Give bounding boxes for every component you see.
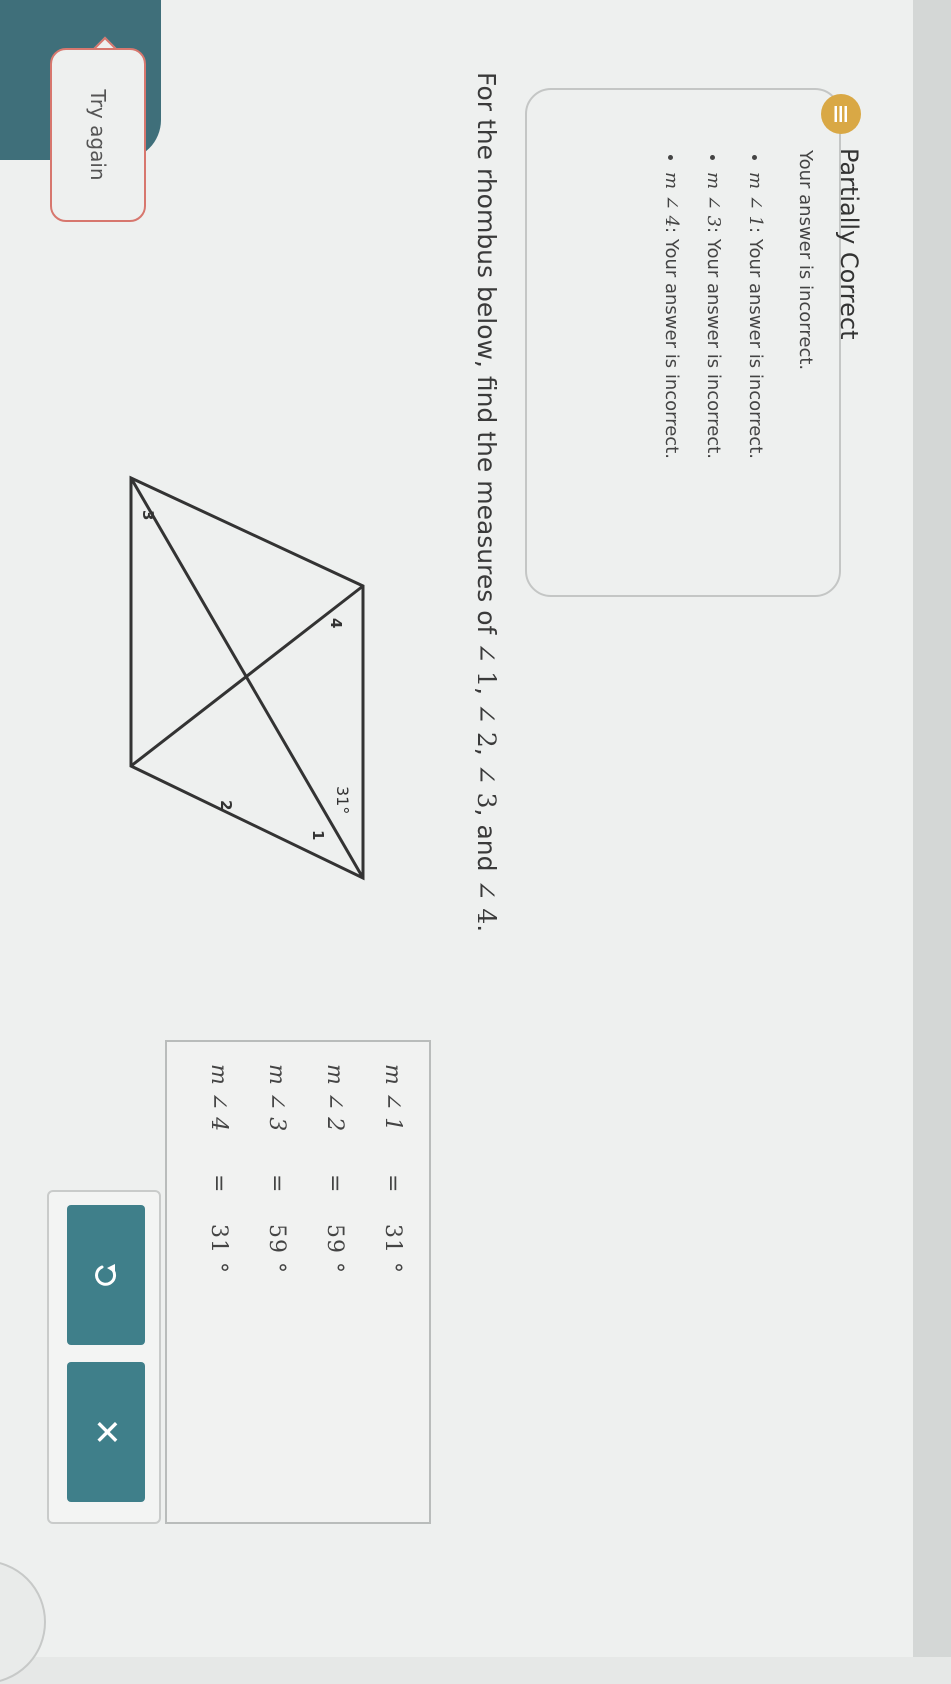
list-icon xyxy=(834,106,847,122)
feedback-item-label: m ∠ 4 xyxy=(661,172,682,228)
degree-unit: ° xyxy=(380,1262,405,1274)
feedback-title: Partially Correct xyxy=(835,148,863,340)
question-and: and xyxy=(472,824,501,872)
top-bar xyxy=(913,0,951,1657)
feedback-item-text: : Your answer is incorrect. xyxy=(703,227,724,459)
answer-row-3: m ∠ 3 = 59 ° xyxy=(249,1064,289,1504)
question-text: For the rhombus below, find the measures… xyxy=(472,72,501,635)
close-icon: ✕ xyxy=(86,1417,126,1447)
answer-input-1[interactable]: 31 ° xyxy=(380,1224,405,1274)
answer-input-2[interactable]: 59 ° xyxy=(322,1224,347,1274)
feedback-summary: Your answer is incorrect. xyxy=(795,150,816,371)
answer-input-4[interactable]: 31 ° xyxy=(206,1224,231,1274)
answer-row-4: m ∠ 4 = 31 ° xyxy=(191,1064,231,1504)
feedback-icon xyxy=(821,94,861,134)
try-again-label: Try again xyxy=(86,89,110,181)
answer-value: 31 xyxy=(206,1224,231,1254)
angle-label-1: 1 xyxy=(309,830,327,840)
feedback-list: m ∠ 1: Your answer is incorrect. m ∠ 3: … xyxy=(650,150,776,459)
question-angle-2: ∠ 2 xyxy=(472,703,501,748)
feedback-item-label: m ∠ 1 xyxy=(745,172,766,228)
close-button[interactable]: ✕ xyxy=(67,1362,145,1502)
angle-label-3: 3 xyxy=(139,510,157,520)
answer-equals: = xyxy=(322,1174,347,1193)
corner-widget xyxy=(0,1560,46,1684)
answer-value: 59 xyxy=(264,1224,289,1254)
angle-label-2: 2 xyxy=(217,800,235,810)
feedback-item-text: : Your answer is incorrect. xyxy=(745,227,766,459)
question-end: . xyxy=(472,924,501,933)
undo-icon xyxy=(95,1264,117,1286)
answer-label: m ∠ 1 xyxy=(380,1064,405,1132)
feedback-item: m ∠ 3: Your answer is incorrect. xyxy=(692,172,734,459)
try-again-button[interactable]: Try again xyxy=(50,48,146,222)
feedback-item: m ∠ 1: Your answer is incorrect. xyxy=(734,172,776,459)
diagonal-long xyxy=(129,477,365,879)
answer-input-3[interactable]: 59 ° xyxy=(264,1224,289,1274)
given-angle-label: 31° xyxy=(333,786,352,814)
question-prompt: For the rhombus below, find the measures… xyxy=(472,72,501,932)
answer-equals: = xyxy=(206,1174,231,1193)
answer-label: m ∠ 4 xyxy=(206,1064,231,1132)
feedback-item-label: m ∠ 3 xyxy=(703,172,724,228)
rhombus-figure: 31° 1 2 3 4 xyxy=(129,475,365,881)
degree-unit: ° xyxy=(264,1262,289,1274)
feedback-item-text: : Your answer is incorrect. xyxy=(661,227,682,459)
answer-value: 31 xyxy=(380,1224,405,1254)
feedback-item: m ∠ 4: Your answer is incorrect. xyxy=(650,172,692,459)
answer-label: m ∠ 3 xyxy=(264,1064,289,1132)
answer-row-1: m ∠ 1 = 31 ° xyxy=(365,1064,405,1504)
question-angle-4: ∠ 4 xyxy=(472,879,501,925)
question-sep: , xyxy=(472,687,501,696)
angle-label-4: 4 xyxy=(327,618,345,628)
answer-equals: = xyxy=(264,1174,289,1193)
diagonal-short xyxy=(130,584,364,768)
answer-box: m ∠ 1 = 31 ° m ∠ 2 = 59 ° m ∠ 3 = 59 ° m… xyxy=(165,1040,431,1524)
question-angle-3: ∠ 3 xyxy=(472,763,501,809)
undo-button[interactable] xyxy=(67,1205,145,1345)
stage: Partially Correct Your answer is incorre… xyxy=(0,0,951,1684)
question-angle-1: ∠ 1 xyxy=(472,642,501,688)
answer-label: m ∠ 2 xyxy=(322,1064,347,1132)
question-sep: , xyxy=(472,808,501,817)
answer-value: 59 xyxy=(322,1224,347,1254)
question-sep: , xyxy=(472,747,501,756)
degree-unit: ° xyxy=(322,1262,347,1274)
answer-equals: = xyxy=(380,1174,405,1193)
degree-unit: ° xyxy=(206,1262,231,1274)
answer-row-2: m ∠ 2 = 59 ° xyxy=(307,1064,347,1504)
